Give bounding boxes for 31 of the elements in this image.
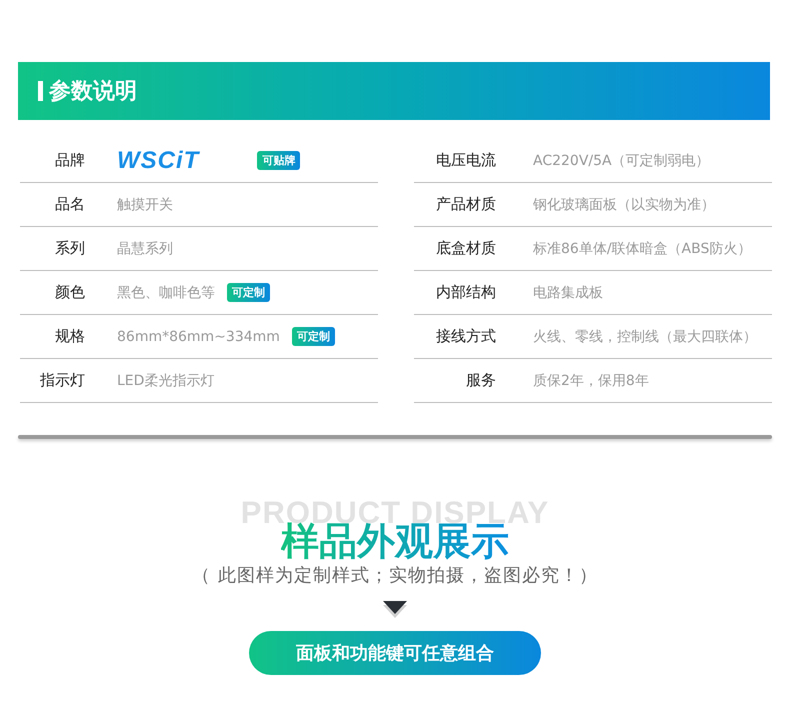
param-label: 电压电流 bbox=[435, 151, 496, 170]
param-value: LED柔光指示灯 bbox=[117, 372, 214, 390]
param-value: 86mm*86mm~334mm bbox=[117, 328, 280, 344]
param-value: 黑色、咖啡色等 bbox=[117, 284, 215, 302]
param-value: 电路集成板 bbox=[533, 284, 603, 302]
combination-button[interactable]: 面板和功能键可任意组合 bbox=[249, 631, 541, 675]
tag-badge: 可定制 bbox=[292, 327, 335, 346]
display-subtitle: （ 此图样为定制样式；实物拍摄，盗图必究！） bbox=[192, 564, 598, 587]
param-value: 质保2年，保用8年 bbox=[533, 372, 649, 390]
param-value: 标准86单体/联体暗盒（ABS防火） bbox=[533, 240, 752, 258]
tag-badge: 可贴牌 bbox=[257, 151, 300, 170]
section-title: 参数说明 bbox=[49, 78, 137, 106]
param-value: 触摸开关 bbox=[117, 196, 173, 214]
param-label: 服务 bbox=[465, 371, 496, 390]
param-label: 系列 bbox=[54, 239, 85, 258]
param-label: 品名 bbox=[54, 195, 85, 214]
param-label: 内部结构 bbox=[435, 283, 496, 302]
down-triangle-icon bbox=[381, 601, 409, 619]
tag-badge: 可定制 bbox=[227, 283, 270, 302]
param-value: 火线、零线，控制线（最大四联体） bbox=[533, 328, 757, 346]
param-label: 指示灯 bbox=[39, 371, 85, 390]
param-label: 底盒材质 bbox=[435, 239, 496, 258]
param-label: 接线方式 bbox=[435, 327, 496, 346]
param-label: 规格 bbox=[54, 327, 85, 346]
param-label: 颜色 bbox=[54, 283, 85, 302]
brand-logo: WSCiT bbox=[117, 146, 200, 174]
param-label: 品牌 bbox=[54, 151, 85, 170]
param-value: 钢化玻璃面板（以实物为准） bbox=[533, 196, 715, 214]
param-label: 产品材质 bbox=[435, 195, 496, 214]
param-value: AC220V/5A（可定制弱电） bbox=[533, 152, 710, 170]
param-value: 晶慧系列 bbox=[117, 240, 173, 258]
